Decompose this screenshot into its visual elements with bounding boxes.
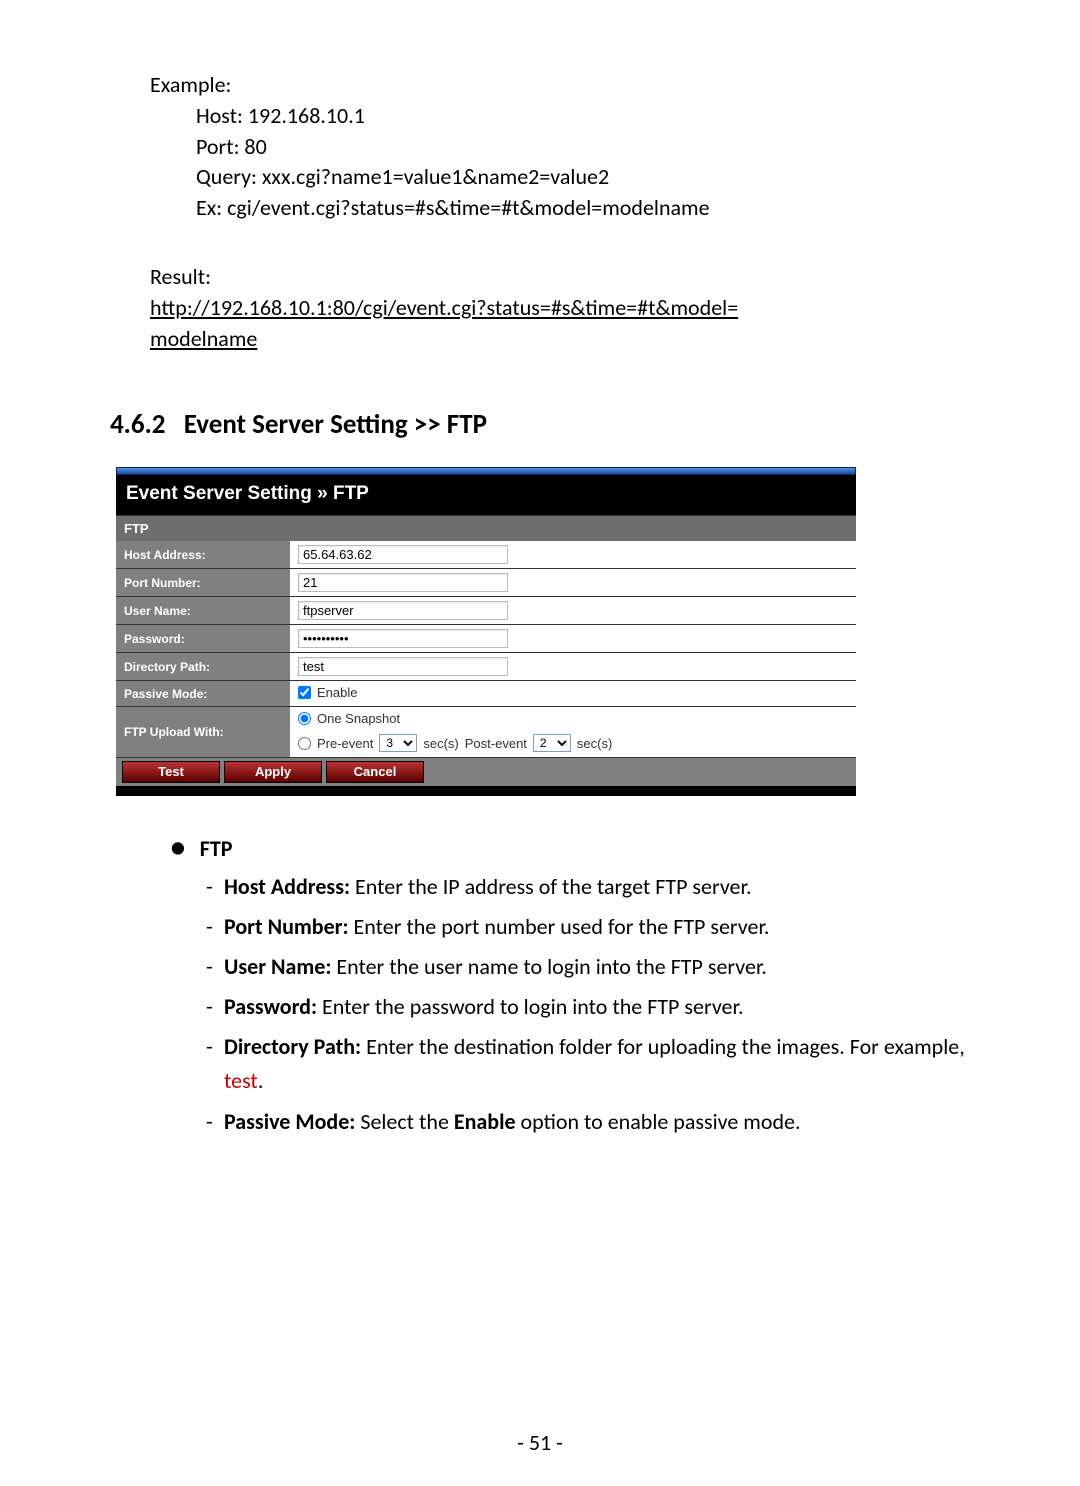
row-port: Port Number:	[116, 569, 856, 597]
ftp-settings-panel: Event Server Setting » FTP FTP Host Addr…	[116, 467, 856, 796]
label-port: Port Number:	[116, 569, 290, 597]
cancel-button[interactable]: Cancel	[326, 761, 424, 783]
bullet-icon: ●	[170, 834, 186, 860]
label-host: Host Address:	[116, 541, 290, 569]
row-upload: FTP Upload With: One Snapshot Pre-event	[116, 707, 856, 758]
panel-heading: Event Server Setting » FTP	[116, 475, 856, 515]
example-port: Port: 80	[196, 132, 970, 163]
radio-one-snapshot[interactable]	[298, 712, 311, 725]
descr-item-passive: Passive Mode: Select the Enable option t…	[206, 1105, 970, 1139]
section-number: 4.6.2	[110, 408, 165, 441]
row-password: Password:	[116, 625, 856, 653]
descr-item-host: Host Address: Enter the IP address of th…	[206, 870, 970, 904]
passive-mode-checkbox[interactable]	[298, 686, 311, 699]
descr-heading: FTP	[200, 832, 233, 866]
ftp-description: ● FTP Host Address: Enter the IP address…	[170, 832, 970, 1139]
panel-section-ftp: FTP	[116, 515, 856, 541]
test-button[interactable]: Test	[122, 761, 220, 783]
post-event-select[interactable]: 2	[533, 734, 571, 752]
label-dir: Directory Path:	[116, 653, 290, 681]
one-snapshot-label: One Snapshot	[317, 711, 400, 726]
label-passive: Passive Mode:	[116, 681, 290, 707]
example-host: Host: 192.168.10.1	[196, 101, 970, 132]
section-title: Event Server Setting >> FTP	[184, 408, 487, 441]
example-ex: Ex: cgi/event.cgi?status=#s&time=#t&mode…	[196, 193, 970, 224]
result-label: Result:	[150, 262, 970, 293]
label-user: User Name:	[116, 597, 290, 625]
descr-item-dir: Directory Path: Enter the destination fo…	[206, 1030, 970, 1098]
label-pass: Password:	[116, 625, 290, 653]
post-secs-label: sec(s)	[577, 736, 612, 751]
label-upload: FTP Upload With:	[116, 707, 290, 758]
window-title-bar	[116, 467, 856, 475]
ftp-form-table: Host Address: Port Number: User Name: Pa…	[116, 541, 856, 758]
password-input[interactable]	[298, 629, 508, 648]
port-number-input[interactable]	[298, 573, 508, 592]
descr-item-user: User Name: Enter the user name to login …	[206, 950, 970, 984]
directory-path-input[interactable]	[298, 657, 508, 676]
passive-mode-enable-label: Enable	[317, 685, 357, 700]
host-address-input[interactable]	[298, 545, 508, 564]
example-label: Example:	[150, 70, 970, 101]
user-name-input[interactable]	[298, 601, 508, 620]
pre-event-select[interactable]: 3	[379, 734, 417, 752]
row-host: Host Address:	[116, 541, 856, 569]
pre-event-label: Pre-event	[317, 736, 373, 751]
post-event-label: Post-event	[465, 736, 527, 751]
button-bar: Test Apply Cancel	[116, 758, 856, 786]
radio-pre-post-event[interactable]	[298, 737, 311, 750]
example-block: Example: Host: 192.168.10.1 Port: 80 Que…	[150, 70, 970, 354]
descr-item-pass: Password: Enter the password to login in…	[206, 990, 970, 1024]
row-directory: Directory Path:	[116, 653, 856, 681]
section-heading: 4.6.2 Event Server Setting >> FTP	[110, 408, 970, 441]
row-user: User Name:	[116, 597, 856, 625]
descr-item-port: Port Number: Enter the port number used …	[206, 910, 970, 944]
pre-secs-label: sec(s)	[423, 736, 458, 751]
example-query: Query: xxx.cgi?name1=value1&name2=value2	[196, 162, 970, 193]
apply-button[interactable]: Apply	[224, 761, 322, 783]
row-passive: Passive Mode: Enable	[116, 681, 856, 707]
page-number: - 51 -	[0, 1429, 1080, 1456]
result-url: http://192.168.10.1:80/cgi/event.cgi?sta…	[150, 294, 738, 352]
